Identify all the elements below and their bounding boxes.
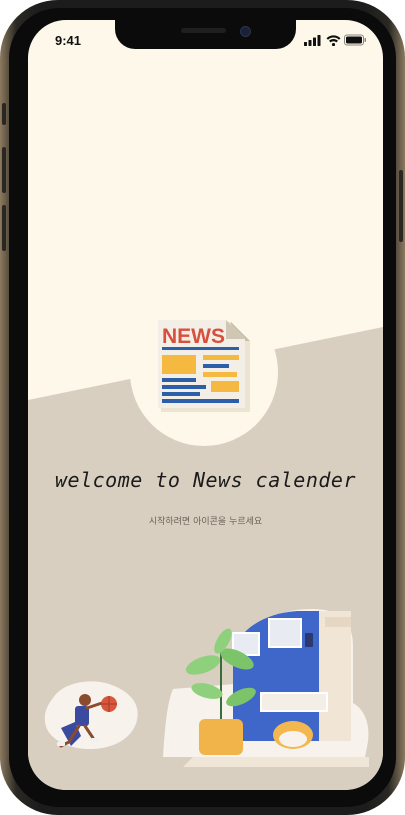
screen: 9:41 NEWS welcome to News calender 시작하려면… [28, 20, 383, 790]
speaker-grille [181, 28, 226, 33]
volume-down-button [2, 205, 6, 251]
status-time: 9:41 [55, 33, 82, 48]
newspaper-icon[interactable]: NEWS [158, 320, 252, 414]
front-camera [240, 26, 251, 37]
news-label: NEWS [162, 325, 225, 348]
basketball-player-illustration [44, 681, 138, 750]
power-button [399, 170, 403, 242]
wifi-icon [326, 35, 341, 46]
room-with-cat-and-plant-illustration [163, 609, 369, 767]
hint-text: 시작하려면 아이콘을 누르세요 [148, 517, 263, 527]
cellular-signal-icon [304, 35, 321, 46]
volume-up-button [2, 147, 6, 193]
battery-icon [344, 34, 366, 46]
mute-switch [2, 103, 6, 125]
welcome-title: welcome to News calender [55, 468, 356, 492]
status-icons [304, 34, 366, 46]
notch [115, 20, 296, 49]
